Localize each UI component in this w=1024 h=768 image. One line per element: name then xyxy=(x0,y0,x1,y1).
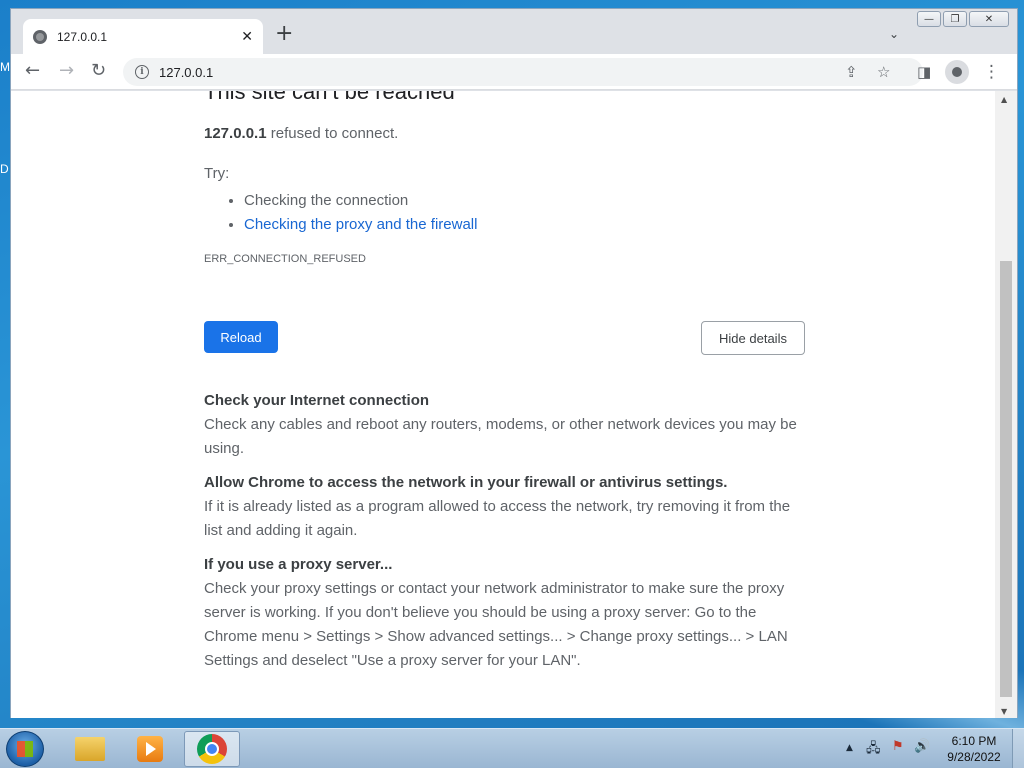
globe-icon xyxy=(33,29,47,44)
page-title: This site can’t be reached xyxy=(204,91,455,104)
volume-icon[interactable]: 🔊 xyxy=(914,739,930,754)
windows-logo-icon xyxy=(17,741,33,757)
clock-date: 9/28/2022 xyxy=(947,750,1001,764)
detail-section: If you use a proxy server... Check your … xyxy=(204,553,804,673)
chrome-menu-icon[interactable]: ⋮ xyxy=(983,63,1000,81)
close-window-button[interactable]: ✕ xyxy=(969,11,1009,27)
hide-details-button[interactable]: Hide details xyxy=(701,321,805,355)
url-text[interactable]: 127.0.0.1 xyxy=(159,65,213,80)
taskbar-explorer[interactable] xyxy=(62,731,118,767)
detail-section: Allow Chrome to access the network in yo… xyxy=(204,471,804,543)
suggestion-item: Checking the proxy and the firewall xyxy=(244,213,477,237)
action-center-flag-icon[interactable]: ⚑ xyxy=(892,739,904,754)
tab-title: 127.0.0.1 xyxy=(57,29,108,44)
desktop-icon-label: D xyxy=(0,162,9,176)
try-label: Try: xyxy=(204,165,230,182)
new-tab-button[interactable]: + xyxy=(275,23,293,45)
detail-body: Check any cables and reboot any routers,… xyxy=(204,416,797,457)
back-button[interactable]: ← xyxy=(25,60,40,82)
chrome-icon xyxy=(197,734,227,764)
media-player-icon xyxy=(137,736,163,762)
bookmark-star-icon[interactable]: ☆ xyxy=(877,63,890,81)
tray-expand-icon[interactable]: ▲ xyxy=(846,743,853,753)
detail-body: If it is already listed as a program all… xyxy=(204,498,791,539)
side-panel-icon[interactable]: ◨ xyxy=(917,63,931,81)
page-content: This site can’t be reached 127.0.0.1 ref… xyxy=(11,91,995,718)
refused-text: refused to connect. xyxy=(270,125,399,142)
network-icon[interactable]: 🖧 xyxy=(866,739,881,761)
scroll-down-arrow-icon[interactable]: ▼ xyxy=(1001,707,1007,716)
maximize-button[interactable]: ❐ xyxy=(943,11,967,27)
proxy-firewall-link[interactable]: Checking the proxy and the firewall xyxy=(244,216,477,233)
site-info-icon[interactable]: i xyxy=(135,65,149,79)
refused-message: 127.0.0.1 refused to connect. xyxy=(204,125,398,142)
browser-toolbar: ← → ↻ i 127.0.0.1 ⇪ ☆ ◨ ⋮ xyxy=(11,54,1017,90)
folder-icon xyxy=(75,737,105,761)
taskbar-chrome[interactable] xyxy=(184,731,240,767)
reload-icon[interactable]: ↻ xyxy=(91,60,106,82)
refused-host: 127.0.0.1 xyxy=(204,125,267,142)
detail-title: Check your Internet connection xyxy=(204,392,430,409)
detail-title: Allow Chrome to access the network in yo… xyxy=(204,474,728,491)
scroll-up-arrow-icon[interactable]: ▲ xyxy=(1001,95,1007,104)
tab-search-chevron-icon[interactable]: ⌄ xyxy=(889,27,899,41)
profile-avatar-icon[interactable] xyxy=(945,60,969,84)
tab-active[interactable]: 127.0.0.1 ✕ xyxy=(23,19,263,54)
window-controls: — ❐ ✕ xyxy=(917,11,1009,27)
detail-section: Check your Internet connection Check any… xyxy=(204,389,804,461)
start-button[interactable] xyxy=(6,731,44,767)
minimize-button[interactable]: — xyxy=(917,11,941,27)
taskbar-media-player[interactable] xyxy=(122,731,178,767)
forward-button[interactable]: → xyxy=(59,60,74,82)
show-desktop-button[interactable] xyxy=(1012,729,1024,768)
scrollbar-thumb[interactable] xyxy=(1000,261,1012,697)
error-code: ERR_CONNECTION_REFUSED xyxy=(204,253,366,265)
taskbar: ▲ 🖧 ⚑ 🔊 6:10 PM 9/28/2022 xyxy=(0,728,1024,768)
browser-window: — ❐ ✕ 127.0.0.1 ✕ + ⌄ ← → ↻ i 127.0.0.1 … xyxy=(10,8,1018,718)
clock-time: 6:10 PM xyxy=(951,734,997,748)
suggestion-list: Checking the connection Checking the pro… xyxy=(224,189,477,237)
desktop-icon-label: M xyxy=(0,60,10,74)
detail-title: If you use a proxy server... xyxy=(204,556,393,573)
address-bar[interactable]: i 127.0.0.1 xyxy=(123,58,923,86)
detail-body: Check your proxy settings or contact you… xyxy=(204,580,788,669)
system-clock[interactable]: 6:10 PM 9/28/2022 xyxy=(940,733,1008,765)
vertical-scrollbar[interactable]: ▲ ▼ xyxy=(995,91,1017,718)
suggestion-item: Checking the connection xyxy=(244,189,477,213)
reload-button[interactable]: Reload xyxy=(204,321,278,353)
tab-close-icon[interactable]: ✕ xyxy=(241,29,253,45)
share-icon[interactable]: ⇪ xyxy=(845,63,858,81)
